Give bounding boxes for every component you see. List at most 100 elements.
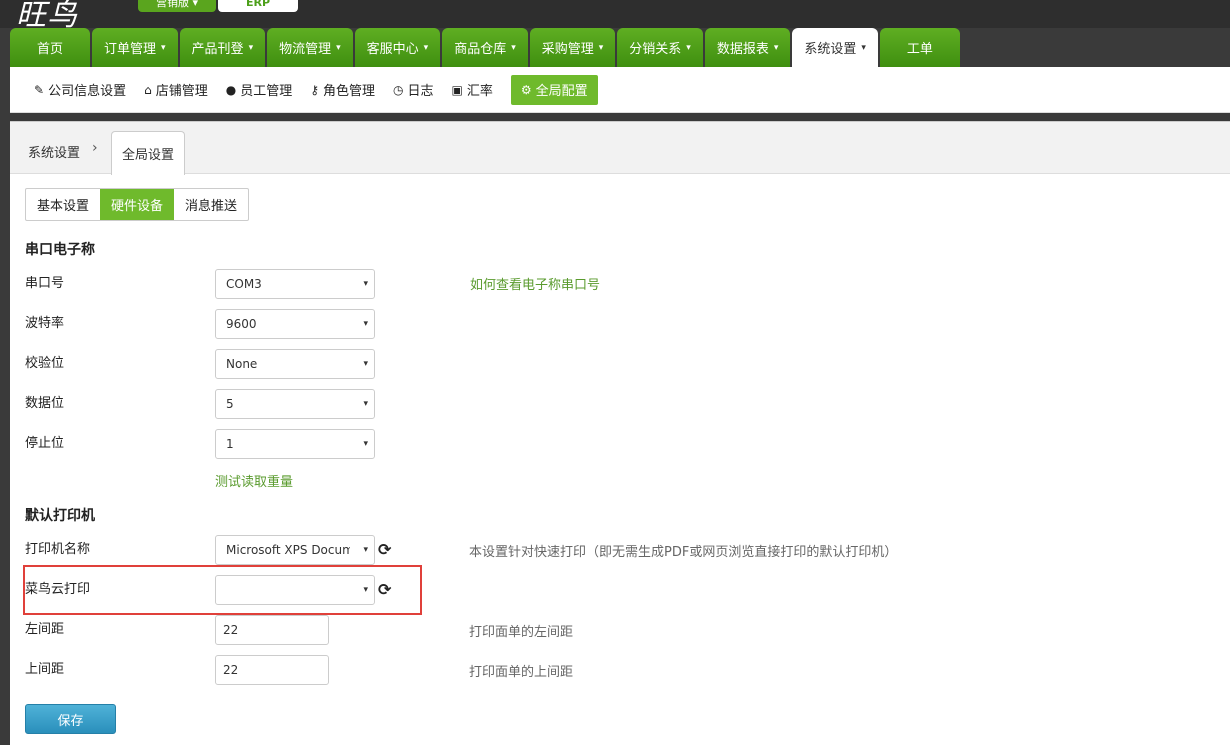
subnav-item-label: 员工管理	[240, 84, 293, 99]
baud-label: 波特率	[25, 316, 65, 331]
nav-item-label: 首页	[36, 42, 63, 57]
baud-value: 9600	[226, 317, 257, 331]
dropdown-arrow-icon: ▾	[363, 359, 368, 369]
subnav-item-label: 全局配置	[535, 84, 588, 99]
subnav-item-label: 汇率	[466, 84, 493, 99]
caret-down-icon: ▾	[336, 42, 341, 53]
left-margin-label: 左间距	[25, 622, 65, 637]
printer-name-label: 打印机名称	[25, 542, 91, 557]
cainiao-select[interactable]: ▾	[215, 575, 375, 605]
parity-value: None	[226, 357, 258, 371]
stopbits-value: 1	[226, 437, 234, 451]
stopbits-label: 停止位	[25, 436, 65, 451]
printer-name-hint: 本设置针对快速打印（即无需生成PDF或网页浏览直接打印的默认打印机）	[469, 545, 898, 560]
edit-icon: ✎	[34, 82, 45, 97]
caret-down-icon: ▾	[598, 42, 604, 53]
nav-item-1[interactable]: 订单管理 ▾	[92, 28, 178, 67]
stopbits-select[interactable]: 1 ▾	[215, 429, 375, 459]
test-weight-link[interactable]: 测试读取重量	[215, 471, 293, 490]
nav-item-label: 产品刊登	[191, 42, 244, 57]
subnav-item-2[interactable]: ● 员工管理	[226, 75, 293, 105]
caret-down-icon: ▾	[686, 42, 691, 53]
nav-item-8[interactable]: 数据报表 ▾	[704, 28, 791, 67]
caret-down-icon: ▾	[161, 42, 166, 53]
nav-item-label: 商品仓库	[454, 42, 507, 57]
dropdown-arrow-icon: ▾	[363, 585, 368, 595]
refresh-cainiao-icon[interactable]: ⟳	[378, 580, 391, 599]
nav-item-label: 数据报表	[716, 42, 769, 57]
subnav-item-6[interactable]: ⚙ 全局配置	[510, 74, 598, 105]
printer-name-select[interactable]: Microsoft XPS Docum ▾	[215, 535, 375, 565]
top-margin-input[interactable]: 22	[215, 655, 329, 685]
settings-tabs: 基本设置 硬件设备 消息推送	[25, 188, 250, 221]
baud-select[interactable]: 9600 ▾	[215, 309, 375, 339]
nav-item-label: 订单管理	[104, 42, 157, 57]
caret-down-icon: ▾	[423, 42, 429, 53]
sub-nav: ✎ 公司信息设置 ⌂ 店铺管理 ● 员工管理 ⚷ 角色管理 ◷ 日志 ▣ 汇率 ⚙ 全局配置	[10, 67, 1230, 113]
nav-item-label: 系统设置	[804, 42, 857, 57]
nav-item-0[interactable]: 首页	[10, 28, 90, 67]
edition-button[interactable]: 营销版 ▾	[138, 0, 216, 12]
tab-2[interactable]: 消息推送	[174, 189, 248, 220]
top-margin-hint: 打印面单的上间距	[469, 665, 574, 680]
dropdown-arrow-icon: ▾	[363, 399, 368, 409]
gear-icon: ⚙	[520, 82, 532, 97]
nav-item-10[interactable]: 工单	[879, 28, 960, 67]
caret-down-icon: ▾	[773, 42, 779, 53]
databits-value: 5	[226, 397, 234, 411]
top-margin-label: 上间距	[25, 662, 65, 677]
parity-label: 校验位	[25, 356, 65, 371]
parity-select[interactable]: None ▾	[215, 349, 375, 379]
nav-item-4[interactable]: 客服中心 ▾	[354, 28, 441, 67]
databits-select[interactable]: 5 ▾	[215, 389, 375, 419]
subnav-item-0[interactable]: ✎ 公司信息设置	[34, 75, 126, 105]
serial-scale-title: 串口电子称	[25, 242, 95, 258]
save-button[interactable]: 保存	[25, 704, 116, 734]
nav-item-5[interactable]: 商品仓库 ▾	[442, 28, 528, 67]
subnav-item-1[interactable]: ⌂ 店铺管理	[144, 75, 208, 105]
key-icon: ⚷	[310, 82, 320, 97]
subnav-item-label: 角色管理	[323, 84, 376, 99]
refresh-printer-icon[interactable]: ⟳	[378, 540, 391, 559]
port-select[interactable]: COM3 ▾	[215, 269, 375, 299]
nav-item-label: 分销关系	[629, 42, 682, 57]
top-header: 旺鸟 营销版 ▾ ERP	[0, 0, 1230, 33]
subnav-item-5[interactable]: ▣ 汇率	[452, 75, 493, 105]
edition-label: 营销版	[155, 0, 189, 9]
nav-item-label: 客服中心	[366, 42, 419, 57]
left-margin-input[interactable]: 22	[215, 615, 329, 645]
subnav-item-label: 公司信息设置	[48, 84, 127, 99]
port-help-link[interactable]: 如何查看电子称串口号	[470, 274, 600, 293]
nav-item-3[interactable]: 物流管理 ▾	[267, 28, 353, 67]
caret-down-icon: ▾	[511, 42, 516, 53]
tab-0[interactable]: 基本设置	[26, 189, 100, 220]
breadcrumb-root[interactable]: 系统设置	[28, 142, 80, 161]
subnav-item-label: 店铺管理	[155, 84, 208, 99]
cainiao-label: 菜鸟云打印	[25, 582, 91, 597]
main-nav: 首页 订单管理 ▾ 产品刊登 ▾ 物流管理 ▾ 客服中心 ▾ 商品仓库 ▾ 采购管理 ▾ 分销关系 ▾ 数据报…	[10, 28, 962, 67]
nav-item-7[interactable]: 分销关系 ▾	[617, 28, 703, 67]
nav-item-label: 工单	[906, 42, 933, 57]
nav-item-label: 物流管理	[279, 42, 332, 57]
dropdown-arrow-icon: ▾	[363, 319, 368, 329]
user-icon: ●	[225, 82, 237, 97]
left-margin-hint: 打印面单的左间距	[469, 625, 574, 640]
subnav-item-3[interactable]: ⚷ 角色管理	[310, 75, 375, 105]
subnav-item-4[interactable]: ◷ 日志	[393, 75, 434, 105]
dropdown-arrow-icon: ▾	[363, 545, 368, 555]
nav-item-6[interactable]: 采购管理 ▾	[529, 28, 616, 67]
nav-item-2[interactable]: 产品刊登 ▾	[179, 28, 266, 67]
printer-name-value: Microsoft XPS Docum	[226, 543, 350, 557]
port-label: 串口号	[25, 276, 65, 291]
port-value: COM3	[226, 277, 262, 291]
content-panel: 系统设置 › 全局设置 基本设置 硬件设备 消息推送 串口电子称 串口号 COM3 ▾…	[10, 121, 1230, 745]
tab-1[interactable]: 硬件设备	[100, 189, 175, 220]
breadcrumb: 系统设置 › 全局设置	[10, 122, 1230, 175]
edition-caret-icon: ▾	[192, 0, 199, 9]
nav-item-label: 采购管理	[541, 42, 594, 57]
home-icon: ⌂	[144, 82, 152, 97]
breadcrumb-current-tab[interactable]: 全局设置	[111, 131, 185, 175]
nav-item-9[interactable]: 系统设置 ▾	[792, 28, 878, 67]
erp-button[interactable]: ERP	[218, 0, 298, 12]
databits-label: 数据位	[25, 396, 65, 411]
